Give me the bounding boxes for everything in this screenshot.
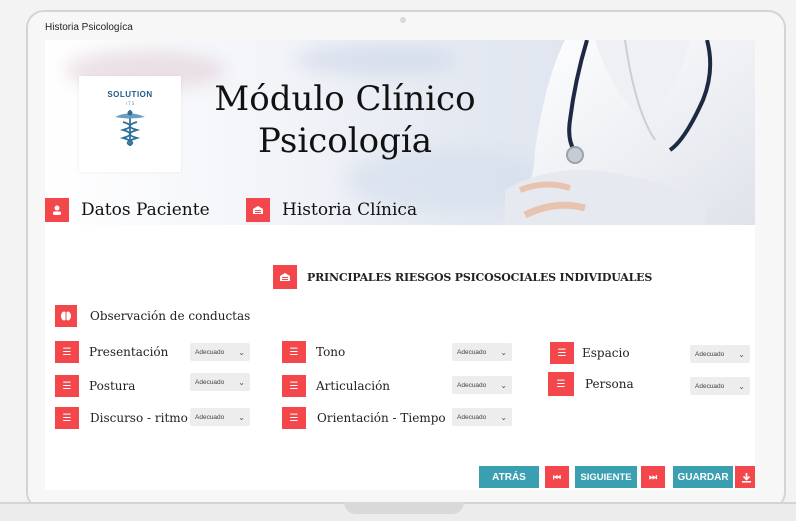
window-title: Historia Psicologíca (45, 22, 133, 33)
camera-dot (400, 17, 406, 23)
field-postura: ☰ Postura (55, 375, 135, 397)
skip-back-icon[interactable]: ⏮ (545, 466, 569, 488)
chevron-down-icon: ⌄ (500, 380, 507, 390)
field-presentacion: ☰ Presentación (55, 341, 168, 363)
app-screen: SOLUTION I T S Módulo Clínico Psicología (45, 40, 755, 490)
field-label: Orientación - Tiempo (317, 411, 446, 425)
chevron-down-icon: ⌄ (500, 347, 507, 357)
tab-datos-paciente-label: Datos Paciente (81, 200, 210, 220)
discurso-ritmo-select[interactable]: Adecuado ⌄ (190, 408, 250, 426)
user-icon (45, 198, 69, 222)
list-icon: ☰ (282, 341, 306, 363)
back-button[interactable]: ATRÁS (479, 466, 539, 488)
list-icon: ☰ (550, 342, 574, 364)
save-button[interactable]: GUARDAR (673, 466, 733, 488)
field-orientacion-tiempo: ☰ Orientación - Tiempo (282, 407, 446, 429)
doctor-image (505, 40, 755, 225)
brain-icon (55, 305, 77, 327)
tab-historia-clinica-label: Historia Clínica (282, 200, 418, 220)
chevron-down-icon: ⌄ (238, 377, 245, 387)
field-persona: ☰ Persona (548, 372, 634, 396)
espacio-select[interactable]: Adecuado ⌄ (690, 345, 750, 363)
list-icon: ☰ (548, 372, 574, 396)
section-title: PRINCIPALES RIESGOS PSICOSOCIALES INDIVI… (307, 270, 653, 284)
list-icon: ☰ (282, 407, 306, 429)
list-icon: ☰ (282, 375, 306, 397)
list-icon: ☰ (55, 375, 79, 397)
chevron-down-icon: ⌄ (500, 412, 507, 422)
observation-header: Observación de conductas (55, 305, 250, 327)
next-button[interactable]: SIGUIENTE (575, 466, 637, 488)
list-icon: ☰ (55, 341, 79, 363)
field-label: Discurso - ritmo (90, 411, 188, 425)
field-tono: ☰ Tono (282, 341, 345, 363)
field-label: Persona (585, 377, 634, 391)
chevron-down-icon: ⌄ (738, 381, 745, 391)
chevron-down-icon: ⌄ (238, 412, 245, 422)
persona-select[interactable]: Adecuado ⌄ (690, 377, 750, 395)
module-title-line2: Psicología (257, 121, 433, 161)
field-label: Postura (89, 379, 136, 393)
field-espacio: ☰ Espacio (550, 342, 630, 364)
articulacion-select[interactable]: Adecuado ⌄ (452, 376, 512, 394)
field-discurso-ritmo: ☰ Discurso - ritmo (55, 407, 188, 429)
module-title-line1: Módulo Clínico (214, 79, 476, 119)
folder-icon (273, 265, 297, 289)
postura-select[interactable]: Adecuado ⌄ (190, 373, 250, 391)
orientacion-tiempo-select[interactable]: Adecuado ⌄ (452, 408, 512, 426)
tab-historia-clinica[interactable]: Historia Clínica (246, 198, 417, 222)
field-articulacion: ☰ Articulación (282, 375, 390, 397)
module-title: Módulo Clínico Psicología (195, 78, 495, 162)
download-icon[interactable] (735, 466, 755, 488)
skip-forward-icon[interactable]: ⏭ (641, 466, 665, 488)
company-logo: SOLUTION I T S (79, 76, 181, 172)
caduceus-icon (115, 110, 145, 146)
field-label: Espacio (582, 346, 630, 360)
list-icon: ☰ (55, 407, 79, 429)
chevron-down-icon: ⌄ (238, 347, 245, 357)
chevron-down-icon: ⌄ (738, 349, 745, 359)
section-header: PRINCIPALES RIESGOS PSICOSOCIALES INDIVI… (273, 265, 652, 289)
tab-datos-paciente[interactable]: Datos Paciente (45, 198, 210, 222)
header-banner: SOLUTION I T S Módulo Clínico Psicología (45, 40, 755, 225)
folder-icon (246, 198, 270, 222)
presentacion-select[interactable]: Adecuado ⌄ (190, 343, 250, 361)
field-label: Tono (316, 345, 346, 359)
laptop-notch (344, 502, 464, 514)
field-label: Articulación (316, 379, 391, 393)
observation-label: Observación de conductas (90, 309, 251, 323)
field-label: Presentación (89, 345, 169, 359)
tono-select[interactable]: Adecuado ⌄ (452, 343, 512, 361)
